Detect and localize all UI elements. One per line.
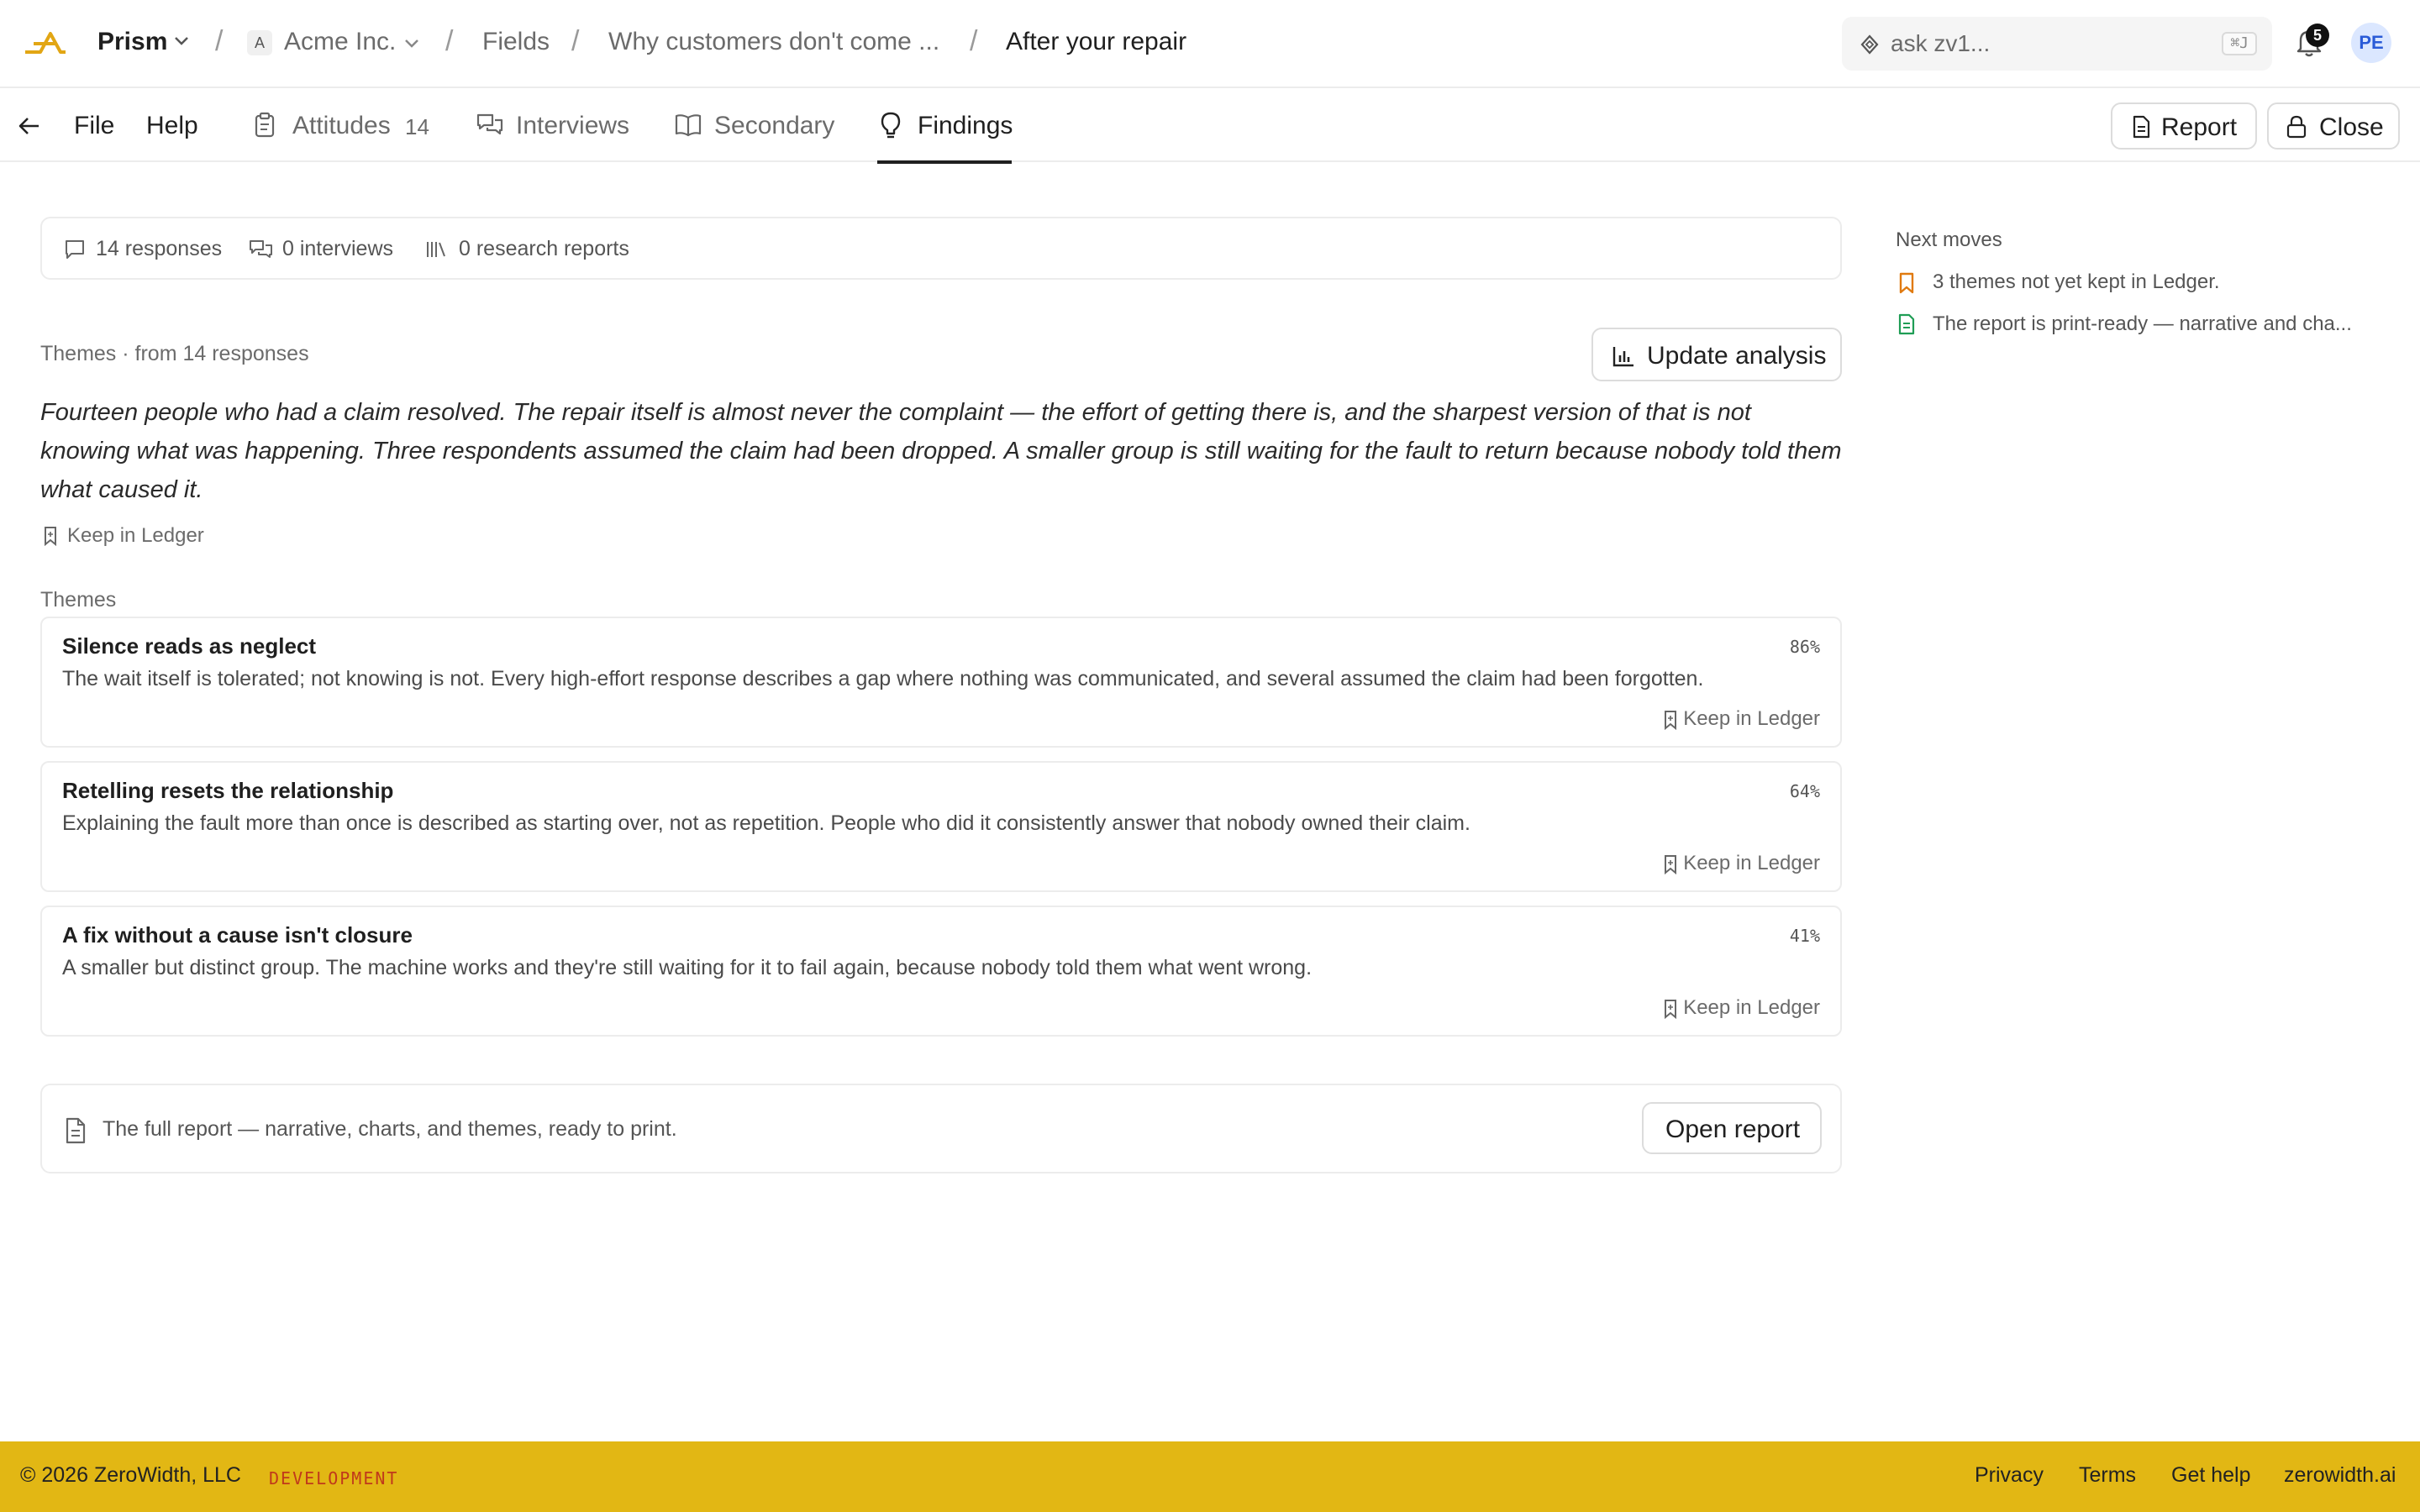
- library-icon: [425, 239, 447, 260]
- theme-percentage: 41%: [1789, 926, 1820, 946]
- theme-title: A fix without a cause isn't closure: [62, 922, 413, 948]
- stat-interviews: 0 interviews: [282, 237, 393, 260]
- document-icon: [1897, 313, 1916, 335]
- bookmark-icon[interactable]: [1662, 999, 1679, 1019]
- footer-link-website[interactable]: zerowidth.ai: [2284, 1463, 2396, 1488]
- bar-chart-icon: [1612, 344, 1635, 368]
- document-icon: [2131, 115, 2151, 139]
- close-button-label: Close: [2319, 113, 2384, 141]
- summary-text: Fourteen people who had a claim resolved…: [40, 399, 1842, 503]
- lock-icon: [2286, 114, 2307, 139]
- bookmark-icon: [1897, 272, 1916, 294]
- chat-bubbles-icon: [476, 112, 504, 139]
- tab-secondary-label: Secondary: [714, 112, 835, 139]
- themes-label: Themes: [40, 588, 117, 612]
- themes-header: Themes · from 14 responses: [40, 342, 309, 365]
- tab-interviews-label: Interviews: [516, 112, 630, 139]
- notification-badge: 5: [2306, 24, 2329, 47]
- document-icon: [64, 1117, 87, 1144]
- footer-link-help[interactable]: Get help: [2171, 1463, 2251, 1488]
- bookmark-icon[interactable]: [1662, 854, 1679, 874]
- copyright: © 2026 ZeroWidth, LLC: [20, 1463, 241, 1487]
- breadcrumb-study[interactable]: Why customers don't come ...: [608, 28, 939, 56]
- breadcrumb-separator: /: [215, 25, 224, 57]
- file-menu[interactable]: File: [74, 112, 114, 140]
- open-report-button[interactable]: Open report: [1642, 1102, 1822, 1154]
- bookmark-icon[interactable]: [42, 526, 59, 546]
- footer-link-terms[interactable]: Terms: [2079, 1463, 2136, 1488]
- footer-link-privacy[interactable]: Privacy: [1975, 1463, 2044, 1488]
- keep-in-ledger-link[interactable]: Keep in Ledger: [1683, 852, 1820, 875]
- theme-card: A fix without a cause isn't closure 41% …: [40, 906, 1842, 1037]
- report-callout: The full report — narrative, charts, and…: [40, 1084, 1842, 1173]
- chevron-down-icon[interactable]: [173, 35, 190, 47]
- tab-attitudes[interactable]: Attitudes 14: [252, 88, 434, 162]
- keep-in-ledger-link[interactable]: Keep in Ledger: [1683, 707, 1820, 731]
- footer: © 2026 ZeroWidth, LLC DEVELOPMENT Privac…: [0, 1441, 2420, 1512]
- tab-attitudes-count: 14: [405, 114, 429, 139]
- stat-research-reports: 0 research reports: [459, 237, 629, 260]
- theme-description: Explaining the fault more than once is d…: [62, 811, 1470, 835]
- message-icon: [64, 239, 86, 260]
- env-badge: DEVELOPMENT: [269, 1468, 399, 1488]
- tab-findings-label: Findings: [918, 112, 1013, 139]
- next-moves-title: Next moves: [1896, 228, 2002, 251]
- org-switcher[interactable]: Acme Inc.: [284, 28, 396, 56]
- theme-description: The wait itself is tolerated; not knowin…: [62, 667, 1704, 690]
- stat-responses: 14 responses: [96, 237, 223, 260]
- lightbulb-icon: [879, 111, 902, 139]
- keep-in-ledger-link[interactable]: Keep in Ledger: [67, 524, 204, 548]
- next-move-item[interactable]: 3 themes not yet kept in Ledger.: [1933, 270, 2220, 294]
- book-open-icon: [674, 113, 702, 138]
- breadcrumb-current: After your repair: [1006, 28, 1187, 55]
- theme-title: Silence reads as neglect: [62, 633, 317, 659]
- breadcrumb-separator: /: [571, 25, 580, 57]
- search-placeholder: ask zv1...: [1891, 30, 1991, 56]
- tab-secondary[interactable]: Secondary: [674, 88, 834, 162]
- chevron-down-icon[interactable]: [403, 38, 420, 50]
- bookmark-icon[interactable]: [1662, 710, 1679, 730]
- close-button[interactable]: Close: [2267, 102, 2400, 150]
- back-arrow-icon[interactable]: [17, 113, 42, 139]
- tab-interviews[interactable]: Interviews: [476, 88, 632, 162]
- tab-findings[interactable]: Findings: [877, 88, 1013, 164]
- theme-card: Retelling resets the relationship 64% Ex…: [40, 761, 1842, 892]
- chat-bubbles-icon: [249, 239, 274, 260]
- help-menu[interactable]: Help: [146, 112, 198, 140]
- search-input[interactable]: ask zv1... ⌘J: [1842, 17, 2272, 71]
- breadcrumb-separator: /: [445, 25, 454, 57]
- breadcrumb-fields[interactable]: Fields: [482, 28, 550, 56]
- sparkle-icon: [1859, 34, 1881, 55]
- breadcrumb-separator: /: [970, 25, 978, 57]
- prism-logo-icon[interactable]: [22, 25, 67, 62]
- theme-title: Retelling resets the relationship: [62, 778, 394, 803]
- top-bar: Prism / A Acme Inc. / Fields / Why custo…: [0, 0, 2420, 88]
- report-button[interactable]: Report: [2111, 102, 2257, 150]
- theme-percentage: 64%: [1789, 781, 1820, 801]
- clipboard-icon: [252, 112, 277, 139]
- next-move-item[interactable]: The report is print-ready — narrative an…: [1933, 312, 2352, 336]
- stats-bar: 14 responses 0 interviews 0 research rep…: [40, 217, 1842, 280]
- theme-card: Silence reads as neglect 86% The wait it…: [40, 617, 1842, 748]
- update-analysis-label: Update analysis: [1647, 342, 1827, 370]
- report-button-label: Report: [2161, 113, 2238, 141]
- report-callout-text: The full report — narrative, charts, and…: [103, 1117, 677, 1141]
- keep-in-ledger-link[interactable]: Keep in Ledger: [1683, 996, 1820, 1020]
- secondary-nav: File Help Attitudes 14 Interviews Second…: [0, 88, 2420, 164]
- tab-attitudes-label: Attitudes: [292, 112, 391, 139]
- avatar[interactable]: PE: [2351, 23, 2391, 63]
- open-report-label: Open report: [1665, 1116, 1801, 1143]
- theme-percentage: 86%: [1789, 637, 1820, 657]
- theme-description: A smaller but distinct group. The machin…: [62, 956, 1313, 979]
- app-name[interactable]: Prism: [97, 28, 167, 56]
- update-analysis-button[interactable]: Update analysis: [1591, 328, 1842, 381]
- org-avatar: A: [247, 30, 272, 55]
- search-shortcut: ⌘J: [2222, 32, 2257, 55]
